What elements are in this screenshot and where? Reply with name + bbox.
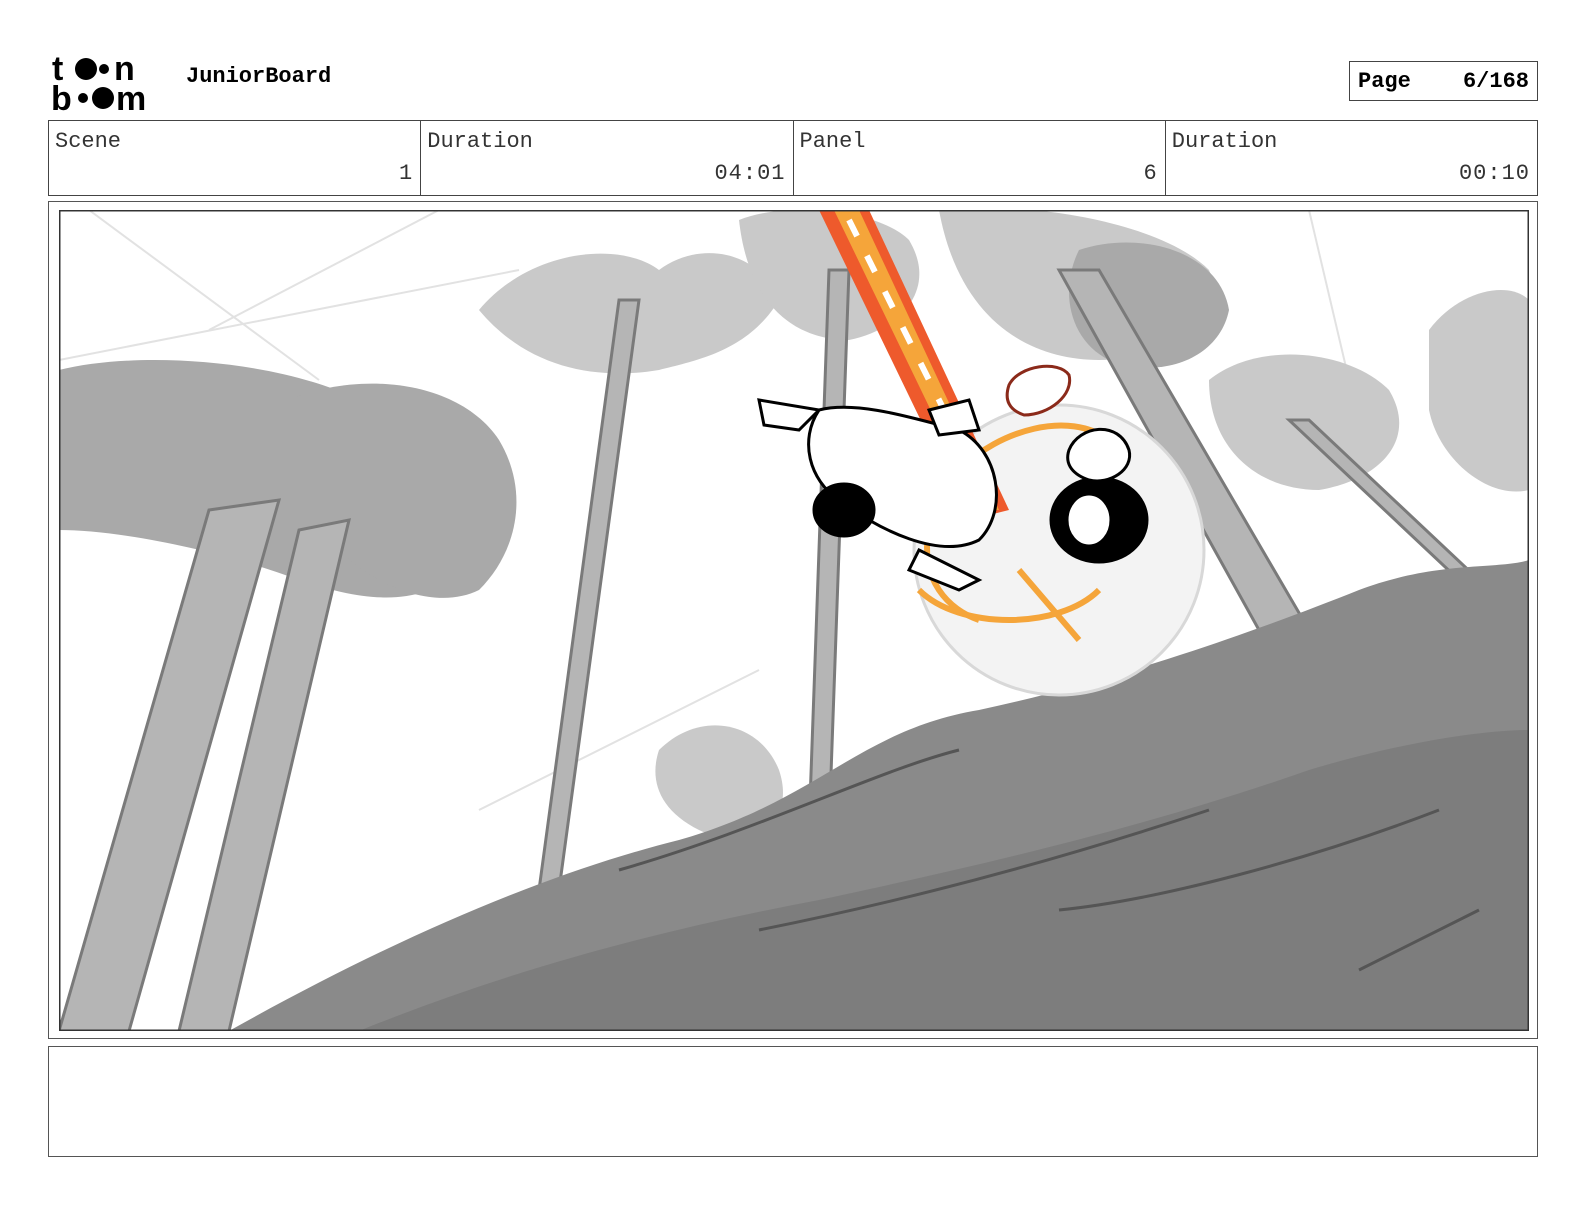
scene-duration-cell: Duration 04:01 <box>421 121 794 195</box>
panel-notes-box <box>48 1046 1538 1157</box>
panel-info-row: Scene 1 Duration 04:01 Panel 6 Duration … <box>48 120 1538 196</box>
project-title: JuniorBoard <box>186 64 332 89</box>
scene-label: Scene <box>55 129 122 154</box>
scene-duration-label: Duration <box>427 129 533 154</box>
panel-duration-cell: Duration 00:10 <box>1166 121 1537 195</box>
panel-duration-label: Duration <box>1171 129 1278 154</box>
svg-text:m: m <box>116 80 146 112</box>
page-indicator: Page 6/168 <box>1349 61 1538 101</box>
scene-value: 1 <box>399 161 414 186</box>
panel-value: 6 <box>1143 161 1158 186</box>
panel-duration-value: 00:10 <box>1458 161 1530 186</box>
storyboard-panel <box>48 201 1538 1039</box>
svg-text:b: b <box>51 80 72 112</box>
page-label: Page <box>1358 68 1411 94</box>
toon-boom-logo: t n b m <box>51 50 146 112</box>
scene-cell: Scene 1 <box>49 121 422 195</box>
panel-cell: Panel 6 <box>794 121 1166 195</box>
panel-label: Panel <box>799 129 866 154</box>
panel-sketch-image <box>59 210 1529 1031</box>
page-number: 6/168 <box>1462 68 1529 94</box>
scene-duration-value: 04:01 <box>714 161 786 186</box>
